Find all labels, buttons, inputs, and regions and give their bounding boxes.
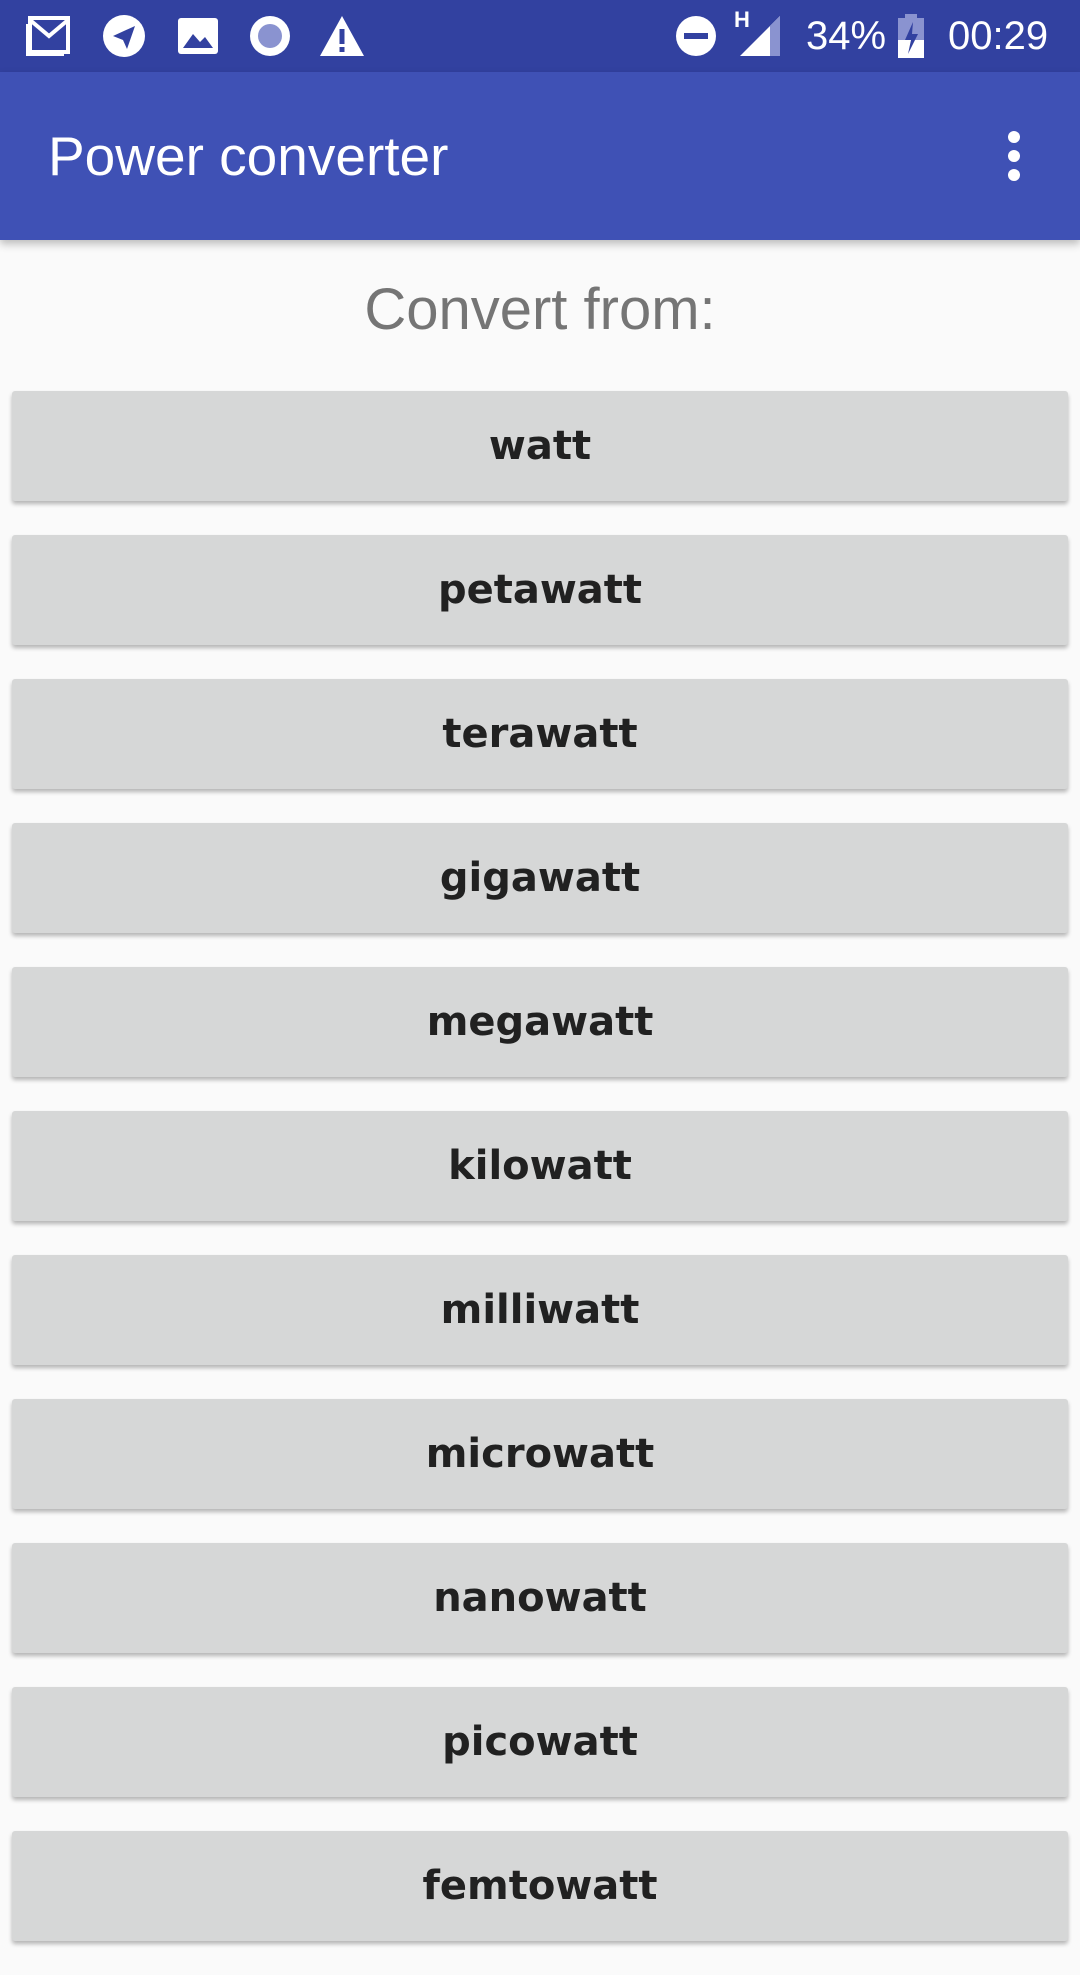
unit-button-watt[interactable]: watt: [12, 391, 1068, 501]
clock: 00:29: [948, 14, 1049, 58]
unit-list: watt petawatt terawatt gigawatt megawatt…: [12, 391, 1068, 1975]
gmail-icon: [26, 16, 70, 56]
unit-button-terawatt[interactable]: terawatt: [12, 679, 1068, 789]
unit-button-milliwatt[interactable]: milliwatt: [12, 1255, 1068, 1365]
unit-button-kilowatt[interactable]: kilowatt: [12, 1111, 1068, 1221]
more-vert-icon: [1008, 131, 1020, 181]
do-not-disturb-icon: [676, 16, 716, 56]
gallery-icon: [178, 18, 218, 54]
convert-from-heading: Convert from:: [364, 277, 716, 342]
app-bar: Power converter: [0, 72, 1080, 240]
unit-button-femtowatt[interactable]: femtowatt: [12, 1831, 1068, 1941]
telegram-icon: [103, 15, 145, 57]
battery-percent: 34%: [806, 14, 887, 58]
unit-button-petawatt[interactable]: petawatt: [12, 535, 1068, 645]
unit-button-picowatt[interactable]: picowatt: [12, 1687, 1068, 1797]
status-bar: H 34% 00:29: [0, 0, 1080, 72]
unit-button-microwatt[interactable]: microwatt: [12, 1399, 1068, 1509]
unit-button-nanowatt[interactable]: nanowatt: [12, 1543, 1068, 1653]
unit-button-megawatt[interactable]: megawatt: [12, 967, 1068, 1077]
overflow-menu-button[interactable]: [978, 116, 1050, 196]
app-title: Power converter: [48, 125, 449, 187]
signal-icon: [740, 16, 780, 56]
warning-icon: [320, 16, 364, 56]
unit-button-gigawatt[interactable]: gigawatt: [12, 823, 1068, 933]
battery-icon: [898, 14, 924, 58]
record-icon: [250, 16, 290, 56]
